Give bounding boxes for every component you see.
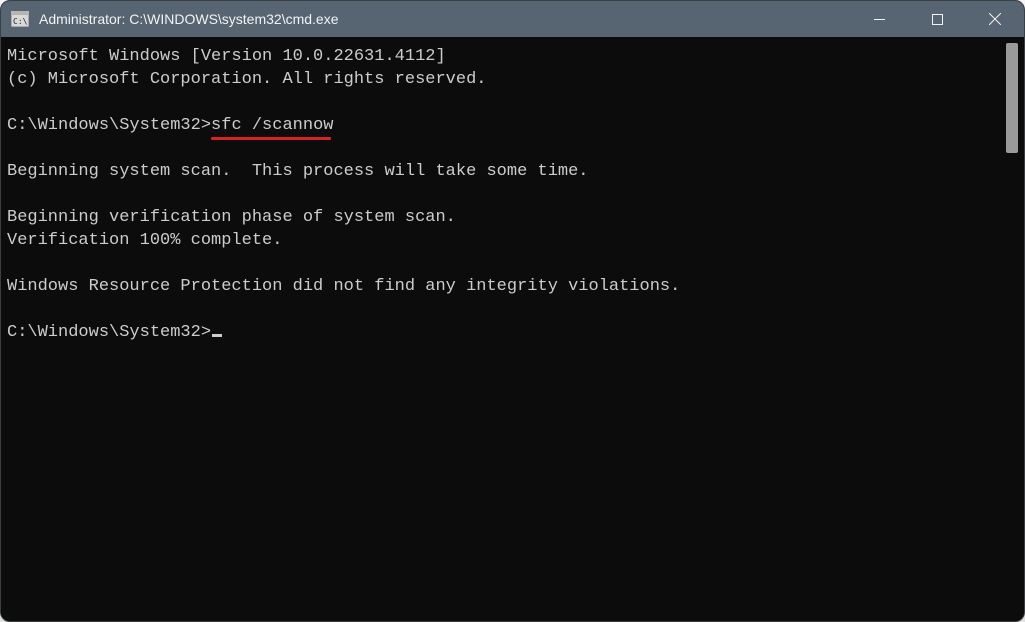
command-text: sfc /scannow <box>211 116 333 135</box>
text-cursor <box>212 334 222 337</box>
prompt-prefix: C:\Windows\System32> <box>7 116 211 135</box>
blank-line <box>7 137 998 160</box>
close-button[interactable] <box>966 1 1024 37</box>
blank-line <box>7 252 998 275</box>
entered-command: sfc /scannow <box>211 114 333 137</box>
svg-text:C:\: C:\ <box>13 17 28 26</box>
prompt-line: C:\Windows\System32> <box>7 321 998 344</box>
scrollbar-thumb[interactable] <box>1006 43 1018 153</box>
output-line: Verification 100% complete. <box>7 229 998 252</box>
window-controls <box>850 1 1024 37</box>
terminal-output[interactable]: Microsoft Windows [Version 10.0.22631.41… <box>1 37 1004 621</box>
maximize-button[interactable] <box>908 1 966 37</box>
output-line: Beginning verification phase of system s… <box>7 206 998 229</box>
prompt-prefix: C:\Windows\System32> <box>7 323 211 342</box>
cmd-window: C:\ Administrator: C:\WINDOWS\system32\c… <box>0 0 1025 622</box>
minimize-icon <box>874 14 885 25</box>
blank-line <box>7 298 998 321</box>
output-line: Beginning system scan. This process will… <box>7 160 998 183</box>
annotation-underline <box>211 137 331 140</box>
output-line: Windows Resource Protection did not find… <box>7 275 998 298</box>
prompt-line: C:\Windows\System32>sfc /scannow <box>7 114 998 137</box>
output-line: Microsoft Windows [Version 10.0.22631.41… <box>7 45 998 68</box>
terminal-area: Microsoft Windows [Version 10.0.22631.41… <box>1 37 1024 621</box>
cmd-icon: C:\ <box>11 10 29 28</box>
window-title: Administrator: C:\WINDOWS\system32\cmd.e… <box>39 11 850 27</box>
blank-line <box>7 91 998 114</box>
minimize-button[interactable] <box>850 1 908 37</box>
maximize-icon <box>932 14 943 25</box>
blank-line <box>7 183 998 206</box>
close-icon <box>989 13 1001 25</box>
titlebar[interactable]: C:\ Administrator: C:\WINDOWS\system32\c… <box>1 1 1024 37</box>
output-line: (c) Microsoft Corporation. All rights re… <box>7 68 998 91</box>
scrollbar-track[interactable] <box>1004 43 1020 615</box>
